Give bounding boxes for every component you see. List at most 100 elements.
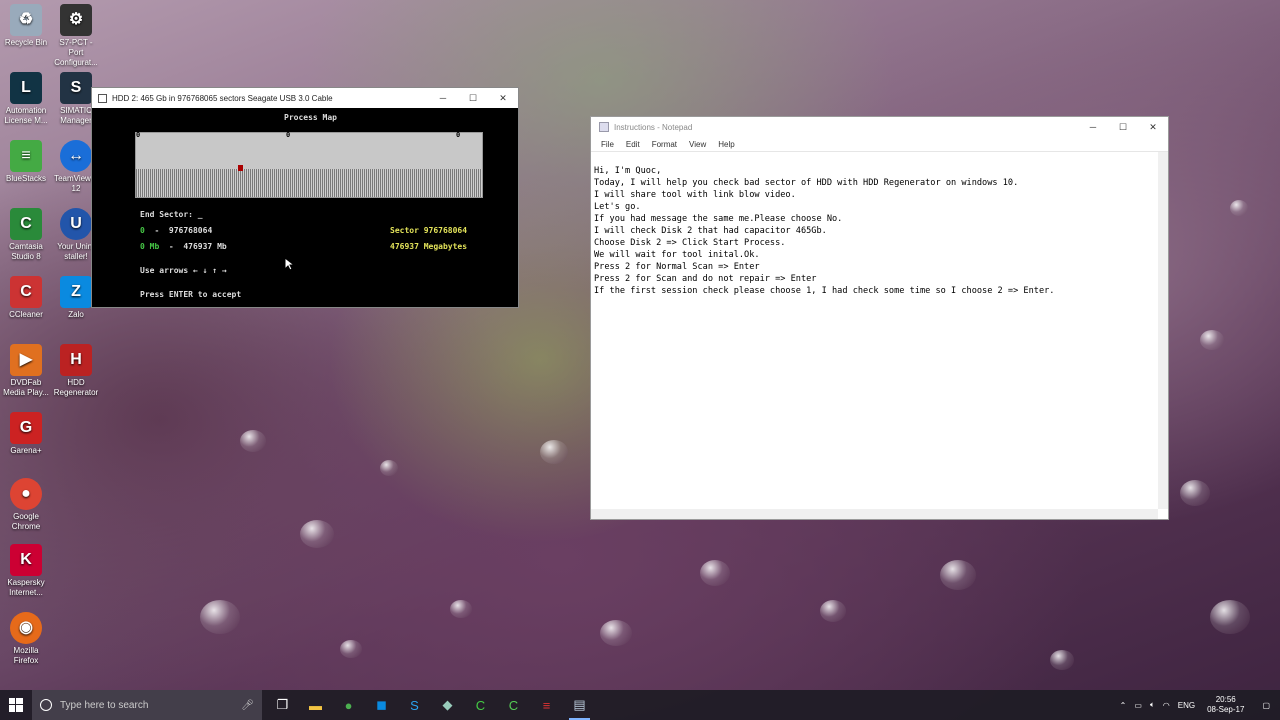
firefox-icon: ◉ bbox=[10, 612, 42, 644]
text-line: Press 2 for Scan and do not repair => En… bbox=[594, 274, 817, 284]
search-circle-icon bbox=[40, 699, 52, 711]
mb-range-end: - 476937 Mb bbox=[159, 242, 227, 251]
camtasia-taskbar-icon[interactable]: C bbox=[464, 690, 497, 720]
notepad-maximize-button[interactable]: ☐ bbox=[1108, 117, 1138, 137]
hdd-window-title: HDD 2: 465 Gb in 976768065 sectors Seaga… bbox=[112, 93, 333, 103]
hdd-window-titlebar[interactable]: HDD 2: 465 Gb in 976768065 sectors Seaga… bbox=[92, 88, 518, 108]
skype-icon[interactable]: S bbox=[398, 690, 431, 720]
microphone-icon[interactable]: 🎤︎ bbox=[241, 700, 254, 711]
menu-format[interactable]: Format bbox=[646, 140, 683, 149]
console-app-icon bbox=[98, 93, 107, 103]
clock-date: 08-Sep-17 bbox=[1207, 705, 1245, 714]
desktop-icon-dvdfab[interactable]: ▶ DVDFab Media Play... bbox=[1, 344, 51, 398]
teamviewer-icon: ↔ bbox=[60, 140, 92, 172]
enter-hint: Press ENTER to accept bbox=[140, 290, 242, 299]
desktop-icon-recycle-bin[interactable]: ♻ Recycle Bin bbox=[1, 4, 51, 48]
menu-view[interactable]: View bbox=[683, 140, 712, 149]
desktop-icon-kaspersky[interactable]: K Kaspersky Internet... bbox=[1, 544, 51, 598]
notification-icon[interactable]: ▢ bbox=[1252, 701, 1280, 710]
sector-total: Sector 976768064 bbox=[390, 226, 468, 235]
notepad-taskbar-icon[interactable]: ▤ bbox=[563, 690, 596, 720]
network-icon[interactable]: ▭ bbox=[1130, 701, 1146, 710]
simatic-icon: S bbox=[60, 72, 92, 104]
chevron-up-icon[interactable]: ⌃ bbox=[1116, 701, 1131, 710]
taskbar-search[interactable]: Type here to search 🎤︎ bbox=[32, 690, 262, 720]
system-tray: ⌃ ▭ 🔈︎ ◠ ENG 20:56 08-Sep-17 ▢ bbox=[1116, 690, 1280, 720]
notepad-window: Instructions - Notepad ─ ☐ ✕ File Edit F… bbox=[590, 116, 1169, 520]
desktop-icon-grid: ♻ Recycle Bin ⚙ S7-PCT - Port Configurat… bbox=[0, 0, 104, 690]
minimize-button[interactable]: ─ bbox=[428, 88, 458, 108]
volume-icon[interactable]: 🔈︎ bbox=[1146, 700, 1159, 710]
notepad-editor[interactable]: Hi, I'm Quoc, Today, I will help you chec… bbox=[591, 151, 1168, 519]
maximize-button[interactable]: ☐ bbox=[458, 88, 488, 108]
notepad-menubar: File Edit Format View Help bbox=[591, 137, 1168, 151]
language-indicator[interactable]: ENG bbox=[1174, 701, 1199, 710]
arrows-hint: Use arrows ← ↓ ↑ → bbox=[140, 266, 227, 275]
ccleaner-icon: C bbox=[10, 276, 42, 308]
text-line: If the first session check please choose… bbox=[594, 286, 1055, 296]
desktop-icon-chrome[interactable]: ● Google Chrome bbox=[1, 478, 51, 532]
text-line: I will share tool with link blow video. bbox=[594, 190, 796, 200]
notepad-horizontal-scrollbar[interactable] bbox=[591, 509, 1158, 519]
process-map: 0 0 0 bbox=[135, 131, 483, 198]
map-scanned-area bbox=[136, 169, 482, 197]
mb-range: 0 Mb - 476937 Mb bbox=[140, 242, 227, 251]
camtasia-icon: C bbox=[10, 208, 42, 240]
mb-range-start: 0 Mb bbox=[140, 242, 160, 251]
start-button[interactable] bbox=[0, 690, 32, 720]
desktop-icon-firefox[interactable]: ◉ Mozilla Firefox bbox=[1, 612, 51, 666]
notepad-minimize-button[interactable]: ─ bbox=[1078, 117, 1108, 137]
sector-range-end: - 976768064 bbox=[144, 226, 213, 235]
notepad-text[interactable]: Hi, I'm Quoc, Today, I will help you chec… bbox=[594, 153, 1156, 321]
sector-range: 0 - 976768064 bbox=[140, 226, 212, 235]
notepad-titlebar[interactable]: Instructions - Notepad ─ ☐ ✕ bbox=[591, 117, 1168, 137]
notepad-close-button[interactable]: ✕ bbox=[1138, 117, 1168, 137]
hdd-regenerator-taskbar-icon[interactable]: ≡ bbox=[530, 690, 563, 720]
map-tick-start: 0 bbox=[136, 131, 141, 139]
taskbar: Type here to search 🎤︎ ❐ ▬ ● ◼ S ◆ C C ≡… bbox=[0, 690, 1280, 720]
desktop-icon-automation-license[interactable]: L Automation License M... bbox=[1, 72, 51, 126]
desktop-icon-hdd-regenerator[interactable]: H HDD Regenerator bbox=[51, 344, 101, 398]
end-sector-prompt: End Sector: _ bbox=[140, 210, 203, 219]
text-line: Let's go. bbox=[594, 202, 641, 212]
zalo-taskbar-icon[interactable]: ◼ bbox=[365, 690, 398, 720]
garena-icon: G bbox=[10, 412, 42, 444]
menu-edit[interactable]: Edit bbox=[620, 140, 646, 149]
taskbar-apps: ❐ ▬ ● ◼ S ◆ C C ≡ ▤ bbox=[266, 690, 596, 720]
hdd-regenerator-window: HDD 2: 465 Gb in 976768065 sectors Seaga… bbox=[91, 87, 519, 308]
desktop-icon-ccleaner[interactable]: C CCleaner bbox=[1, 276, 51, 320]
text-line: Press 2 for Normal Scan => Enter bbox=[594, 262, 760, 272]
camtasia-recorder-icon[interactable]: C bbox=[497, 690, 530, 720]
menu-file[interactable]: File bbox=[595, 140, 620, 149]
desktop-icon-s7-pct[interactable]: ⚙ S7-PCT - Port Configurat... bbox=[51, 4, 101, 68]
uninstaller-icon: U bbox=[60, 208, 92, 240]
notepad-title: Instructions - Notepad bbox=[614, 122, 693, 132]
dvdfab-icon: ▶ bbox=[10, 344, 42, 376]
app-taskbar-icon[interactable]: ◆ bbox=[431, 690, 464, 720]
text-line: Hi, I'm Quoc, bbox=[594, 166, 662, 176]
desktop-icon-garena[interactable]: G Garena+ bbox=[1, 412, 51, 456]
s7-pct-icon: ⚙ bbox=[60, 4, 92, 36]
file-explorer-icon[interactable]: ▬ bbox=[299, 690, 332, 720]
hdd-regenerator-icon: H bbox=[60, 344, 92, 376]
chrome-taskbar-icon[interactable]: ● bbox=[332, 690, 365, 720]
notepad-vertical-scrollbar[interactable] bbox=[1158, 152, 1168, 509]
menu-help[interactable]: Help bbox=[712, 140, 740, 149]
console-area[interactable]: Process Map 0 0 0 End Sector: _ 0 - 9767… bbox=[92, 108, 518, 307]
kaspersky-icon: K bbox=[10, 544, 42, 576]
windows-logo-icon bbox=[9, 698, 23, 712]
text-line: Choose Disk 2 => Click Start Process. bbox=[594, 238, 786, 248]
close-button[interactable]: ✕ bbox=[488, 88, 518, 108]
automation-license-icon: L bbox=[10, 72, 42, 104]
recycle-bin-icon: ♻ bbox=[10, 4, 42, 36]
clock[interactable]: 20:56 08-Sep-17 bbox=[1199, 695, 1252, 715]
search-placeholder: Type here to search bbox=[60, 699, 149, 711]
chrome-icon: ● bbox=[10, 478, 42, 510]
wifi-icon[interactable]: ◠ bbox=[1159, 701, 1174, 710]
text-line: I will check Disk 2 that had capacitor 4… bbox=[594, 226, 827, 236]
task-view-icon[interactable]: ❐ bbox=[266, 690, 299, 720]
desktop-icon-bluestacks[interactable]: ≡ BlueStacks bbox=[1, 140, 51, 184]
megabytes-total: 476937 Megabytes bbox=[390, 242, 468, 251]
map-cursor-marker bbox=[238, 165, 243, 171]
desktop-icon-camtasia[interactable]: C Camtasia Studio 8 bbox=[1, 208, 51, 262]
